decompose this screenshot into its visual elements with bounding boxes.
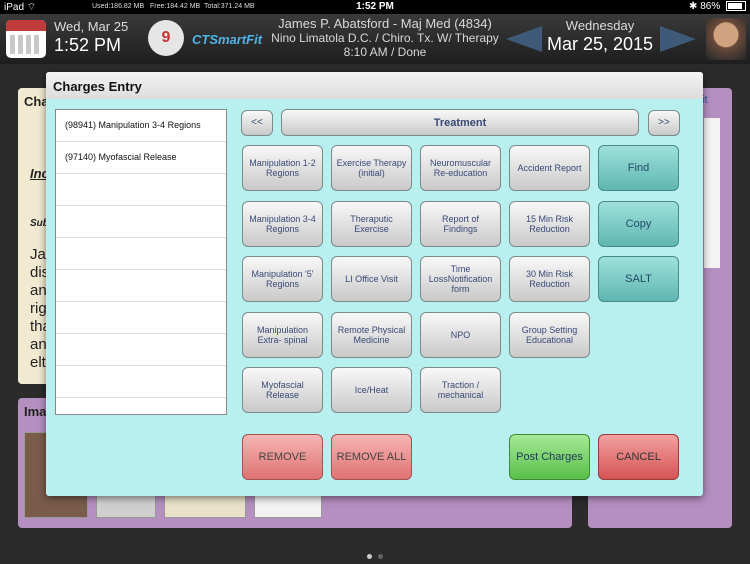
- empty-list-row: [56, 270, 226, 302]
- status-time: 1:52 PM: [356, 1, 394, 12]
- charge-manipulation-5-button[interactable]: Manipulation '5' Regions: [242, 256, 323, 302]
- images-panel-title: Ima: [24, 404, 47, 419]
- list-item[interactable]: (98941) Manipulation 3-4 Regions: [56, 110, 226, 142]
- calendar-icon[interactable]: [6, 20, 46, 58]
- post-charges-button[interactable]: Post Charges: [509, 434, 590, 480]
- charge-accident-report-button[interactable]: Accident Report: [509, 145, 590, 191]
- status-bar: iPad ⌔ Used:186.82 MB Free:184.42 MB Tot…: [0, 0, 750, 14]
- charge-group-setting-button[interactable]: Group Setting Educational: [509, 312, 590, 358]
- notes-fragment: rig: [30, 300, 47, 317]
- header-date: Wed, Mar 25: [54, 19, 129, 34]
- charge-therapeutic-exercise-button[interactable]: Theraputic Exercise: [331, 201, 412, 247]
- charge-30-min-risk-button[interactable]: 30 Min Risk Reduction: [509, 256, 590, 302]
- previous-day-arrow-icon[interactable]: [506, 26, 542, 52]
- empty-list-row: [56, 206, 226, 238]
- appointment-status: 8:10 AM / Done: [343, 45, 427, 59]
- notes-fragment: elt: [30, 354, 46, 371]
- notes-fragment: an: [30, 282, 47, 299]
- empty-list-row: [56, 238, 226, 270]
- prev-category-button[interactable]: <<: [241, 110, 273, 136]
- next-day-arrow-icon[interactable]: [660, 26, 696, 52]
- next-category-button[interactable]: >>: [648, 110, 680, 136]
- remove-button[interactable]: REMOVE: [242, 434, 323, 480]
- charge-report-of-findings-button[interactable]: Report of Findings: [420, 201, 501, 247]
- charge-npo-button[interactable]: NPO: [420, 312, 501, 358]
- app-header: Wed, Mar 25 1:52 PM 9 CTSmartFit James P…: [0, 14, 750, 64]
- charge-myofascial-release-button[interactable]: Myofascial Release: [242, 367, 323, 413]
- copy-button[interactable]: Copy: [598, 201, 679, 247]
- category-title-button[interactable]: Treatment: [281, 109, 639, 136]
- find-button[interactable]: Find: [598, 145, 679, 191]
- bluetooth-icon: ✱: [689, 1, 698, 12]
- salt-button[interactable]: SALT: [598, 256, 679, 302]
- charge-remote-physical-medicine-button[interactable]: Remote Physical Medicine: [331, 312, 412, 358]
- charges-entry-dialog: Charges Entry (98941) Manipulation 3-4 R…: [46, 72, 703, 496]
- charge-ice-heat-button[interactable]: Ice/Heat: [331, 367, 412, 413]
- charge-traction-button[interactable]: Traction / mechanical: [420, 367, 501, 413]
- charge-manipulation-3-4-button[interactable]: Manipulation 3-4 Regions: [242, 201, 323, 247]
- provider-info: Nino Limatola D.C. / Chiro. Tx. W/ Thera…: [271, 31, 499, 45]
- empty-list-row: [56, 366, 226, 398]
- header-full-date: Mar 25, 2015: [546, 34, 654, 54]
- patient-name: James P. Abatsford - Maj Med (4834): [278, 16, 492, 31]
- charge-15-min-risk-button[interactable]: 15 Min Risk Reduction: [509, 201, 590, 247]
- list-item[interactable]: (97140) Myofascial Release: [56, 142, 226, 174]
- dialog-title: Charges Entry: [53, 79, 142, 94]
- header-weekday: Wednesday: [565, 18, 635, 33]
- user-avatar[interactable]: [706, 18, 746, 60]
- charge-li-office-visit-button[interactable]: LI Office Visit: [331, 256, 412, 302]
- charge-time-loss-button[interactable]: Time LossNotification form: [420, 256, 501, 302]
- battery-status: ✱ 86%: [689, 1, 746, 12]
- notes-fragment: Ja: [30, 246, 46, 263]
- dialog-title-bar: Charges Entry: [46, 72, 703, 99]
- empty-list-row: [56, 174, 226, 206]
- empty-list-row: [56, 334, 226, 366]
- battery-icon: [726, 1, 746, 12]
- remove-all-button[interactable]: REMOVE ALL: [331, 434, 412, 480]
- charge-manipulation-1-2-button[interactable]: Manipulation 1-2 Regions: [242, 145, 323, 191]
- charge-exercise-therapy-button[interactable]: Exercise Therapy (initial): [331, 145, 412, 191]
- empty-list-row: [56, 302, 226, 334]
- notes-panel-title: Cha: [24, 94, 49, 109]
- app-logo-icon[interactable]: 9: [148, 20, 184, 56]
- page-indicator: [0, 546, 750, 564]
- selected-charges-list[interactable]: (98941) Manipulation 3-4 Regions (97140)…: [55, 109, 227, 415]
- header-time: 1:52 PM: [54, 35, 122, 55]
- cancel-button[interactable]: CANCEL: [598, 434, 679, 480]
- charge-neuromuscular-button[interactable]: Neuromuscular Re-education: [420, 145, 501, 191]
- notes-fragment: an: [30, 336, 47, 353]
- charge-manipulation-extra-spinal-button[interactable]: Manipulation Extra- spinal: [242, 312, 323, 358]
